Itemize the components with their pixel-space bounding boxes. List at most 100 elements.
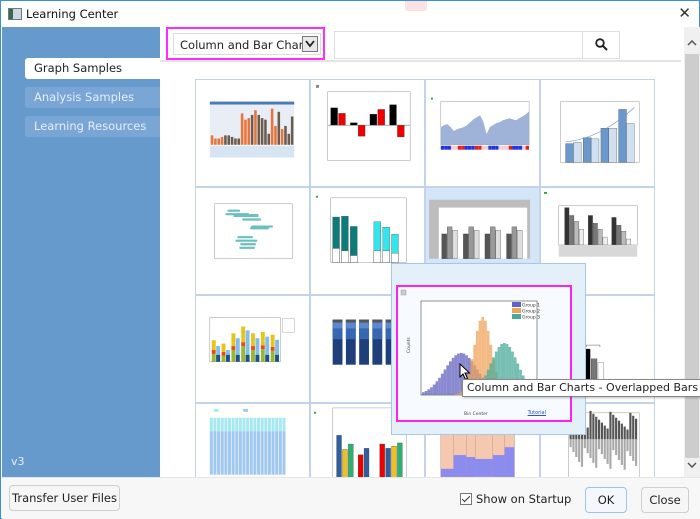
ok-button[interactable]: OK	[585, 487, 627, 513]
thumb-bar-segment	[260, 341, 265, 346]
preview-ylabel: Counts	[406, 337, 412, 353]
category-dropdown[interactable]: Column and Bar Charts	[173, 33, 321, 55]
thumb-bar-segment	[372, 319, 383, 323]
thumb-bar	[217, 431, 221, 475]
show-on-startup-checkbox[interactable]	[460, 493, 472, 505]
preview-legend-label: Group 3	[522, 315, 540, 321]
thumb-legend	[282, 318, 295, 333]
thumb-bar	[358, 454, 364, 477]
thumb-bar	[504, 447, 515, 477]
thumb-bar	[284, 125, 287, 145]
thumb-bar	[234, 138, 237, 145]
thumb-bar	[495, 230, 501, 259]
thumb-bar	[603, 439, 606, 459]
thumb-bar	[391, 253, 399, 263]
thumb-bar	[474, 230, 480, 259]
thumb-bar-segment	[221, 355, 226, 362]
thumb-bar-segment	[235, 354, 240, 362]
thumb-bar	[484, 233, 491, 259]
thumb-heat-cell	[447, 145, 451, 150]
thumb-bar	[244, 119, 247, 145]
show-on-startup-option[interactable]: Show on Startup	[460, 492, 571, 506]
scroll-up-icon[interactable]	[684, 35, 700, 53]
thumb-bar	[227, 135, 231, 145]
vertical-scrollbar[interactable]	[684, 27, 700, 477]
preview-bar-group1	[438, 377, 441, 395]
thumb-heat-cell	[461, 145, 465, 150]
thumb-bar	[623, 439, 626, 470]
transfer-user-files-button[interactable]: Transfer User Files	[9, 485, 120, 511]
graph-sample-thumbnail[interactable]	[195, 187, 310, 295]
thumb-table	[209, 145, 295, 158]
thumb-bar-segment	[260, 331, 265, 342]
thumb-bar	[608, 128, 617, 163]
graph-sample-thumbnail[interactable]	[425, 79, 540, 187]
sidebar-item-graph-samples[interactable]: Graph Samples	[25, 58, 160, 79]
thumb-bar	[213, 431, 217, 475]
thumb-bar-segment	[241, 338, 246, 343]
close-icon[interactable]: ✕	[678, 5, 691, 21]
graph-sample-thumbnail[interactable]	[195, 403, 310, 477]
sidebar-item-label: Learning Resources	[34, 119, 147, 133]
thumb-heat-cell	[464, 145, 468, 150]
thumb-heat-cell	[522, 145, 526, 150]
thumb-marker	[430, 97, 433, 100]
search-button[interactable]	[582, 32, 619, 58]
thumbnail-chart	[430, 97, 530, 150]
thumb-bar-segment	[241, 346, 246, 362]
thumb-bar	[235, 417, 239, 432]
thumb-bar	[397, 125, 405, 138]
thumb-bar	[277, 111, 281, 145]
thumb-heat-cell	[508, 145, 513, 150]
thumb-float-bar	[225, 213, 250, 216]
thumb-bar-segment	[231, 342, 236, 347]
thumb-bar	[592, 439, 595, 463]
tooltip-text: Column and Bar Charts - Overlapped Bars	[467, 381, 699, 394]
learning-center-icon	[8, 8, 22, 20]
graph-sample-thumbnail[interactable]	[195, 79, 310, 187]
thumb-bar	[342, 449, 348, 477]
preview-bar-group1	[449, 361, 452, 395]
thumb-bar	[358, 125, 366, 137]
thumb-legend-swatch	[213, 408, 219, 412]
thumb-header	[209, 101, 295, 105]
thumb-bar	[253, 431, 257, 475]
graph-sample-thumbnail[interactable]	[540, 79, 655, 187]
thumb-bar	[590, 138, 600, 163]
thumb-bar-segment	[245, 354, 250, 362]
thumb-bar	[280, 129, 284, 145]
thumb-bar	[600, 439, 603, 455]
thumb-bar	[573, 142, 582, 163]
preview-bar-group1	[427, 389, 431, 395]
thumb-bar-segment	[216, 354, 221, 362]
thumbnail-chart	[209, 317, 295, 363]
sidebar-item-analysis-samples[interactable]: Analysis Samples	[25, 87, 160, 108]
tutorial-link[interactable]: Tutorial	[528, 410, 546, 416]
graph-sample-thumbnail[interactable]	[310, 79, 425, 187]
thumb-bar	[615, 439, 618, 456]
thumb-bar	[466, 457, 476, 477]
thumb-bar	[612, 439, 615, 451]
thumb-bar	[632, 439, 635, 461]
scrollbar-thumb[interactable]	[685, 54, 699, 458]
graph-sample-thumbnail[interactable]	[195, 295, 310, 403]
thumb-bar	[287, 133, 291, 145]
thumbnail-chart	[209, 408, 286, 475]
thumbnail-preview-popup[interactable]: Group 1 Group 2 Group 3 Bin Center Counts Tu…	[391, 263, 586, 435]
search-input[interactable]	[335, 32, 581, 58]
thumb-bar	[634, 418, 638, 440]
close-button[interactable]: Close	[641, 487, 689, 513]
thumb-bar	[231, 417, 235, 432]
thumb-bar	[379, 443, 385, 477]
scroll-down-icon[interactable]	[684, 457, 700, 475]
thumb-bar-segment	[270, 346, 275, 351]
sidebar-item-learning-resources[interactable]: Learning Resources	[25, 116, 160, 137]
thumb-heat-cell	[471, 145, 475, 150]
chevron-down-icon[interactable]	[302, 36, 318, 52]
thumb-bar-segment	[221, 351, 226, 356]
thumb-bar	[606, 439, 609, 464]
thumb-bar	[463, 233, 469, 259]
thumb-bar	[260, 417, 264, 432]
thumb-bar	[249, 431, 253, 475]
thumb-bar	[237, 138, 241, 145]
